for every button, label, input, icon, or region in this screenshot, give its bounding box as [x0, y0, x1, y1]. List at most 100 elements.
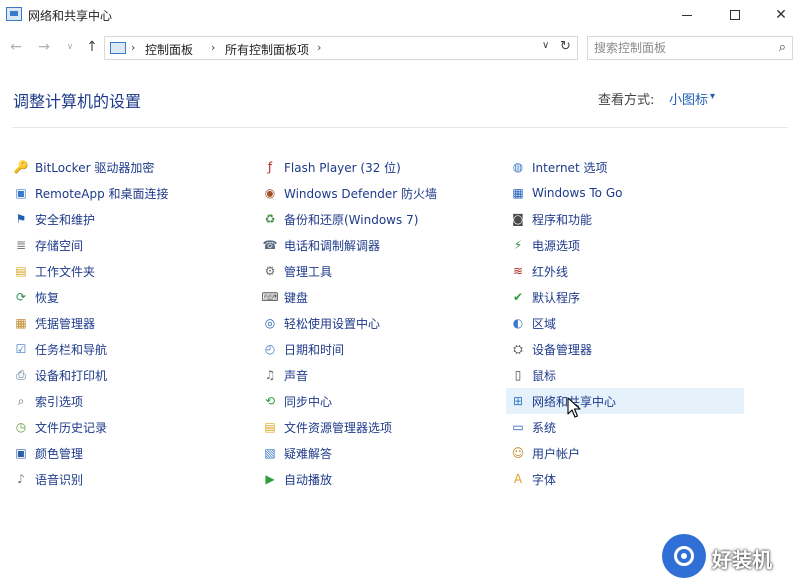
printer-icon: ⎙ [16, 368, 26, 382]
control-panel-item[interactable]: ♻ 备份和还原(Windows 7) [262, 206, 502, 232]
navigation-bar: ← → ∨ ↑ › 控制面板 › 所有控制面板项 › ∨ ↻ ⌕ [0, 32, 800, 62]
control-panel-item[interactable]: ▤ 文件资源管理器选项 [262, 414, 502, 440]
index-icon: ⌕ [17, 394, 25, 408]
control-panel-item-label: Internet 选项 [532, 160, 608, 175]
forward-button[interactable]: → [34, 38, 54, 56]
control-panel-item[interactable]: ≣ 存储空间 [13, 232, 253, 258]
system-icon: ▭ [512, 420, 524, 434]
control-panel-item[interactable]: ⌕ 索引选项 [13, 388, 253, 414]
control-panel-item[interactable]: ▤ 工作文件夹 [13, 258, 253, 284]
control-panel-item[interactable]: ⌨ 键盘 [261, 284, 502, 310]
control-panel-item[interactable]: ⚡ 电源选项 [510, 232, 750, 258]
control-panel-item[interactable]: ◎ 轻松使用设置中心 [262, 310, 502, 336]
control-panel-item[interactable]: ⛭ 设备管理器 [510, 336, 750, 362]
control-panel-item[interactable]: ☑ 任务栏和导航 [13, 336, 253, 362]
storage-icon: ≣ [15, 238, 27, 252]
speaker-icon: ♫ [264, 368, 276, 382]
control-panel-item[interactable]: ⎙ 设备和打印机 [13, 362, 253, 388]
keyboard-icon: ⌨ [261, 290, 279, 304]
control-panel-item[interactable]: ▣ RemoteApp 和桌面连接 [13, 180, 253, 206]
control-panel-item[interactable]: ▶ 自动播放 [262, 466, 502, 492]
control-panel-item[interactable]: ⚑ 安全和维护 [13, 206, 253, 232]
control-panel-item[interactable]: A 字体 [510, 466, 750, 492]
control-panel-item[interactable]: ◴ 日期和时间 [262, 336, 502, 362]
search-icon[interactable]: ⌕ [779, 40, 786, 55]
admin-tools-icon: ⚙ [264, 264, 276, 278]
control-panel-item[interactable]: ⟲ 同步中心 [262, 388, 502, 414]
control-panel-item[interactable]: ◉ Windows Defender 防火墙 [262, 180, 502, 206]
control-panel-item[interactable]: ▣ 颜色管理 [13, 440, 253, 466]
control-panel-item-label: 键盘 [284, 290, 309, 305]
credential-icon: ▦ [15, 316, 27, 330]
control-panel-item[interactable]: ≋ 红外线 [510, 258, 750, 284]
control-panel-item-label: BitLocker 驱动器加密 [35, 160, 155, 175]
address-bar[interactable]: › 控制面板 › 所有控制面板项 › ∨ ↻ [104, 36, 578, 60]
breadcrumb-separator[interactable]: › [317, 41, 321, 54]
control-panel-item-label: 安全和维护 [35, 212, 96, 227]
maximize-button[interactable] [712, 0, 758, 30]
control-panel-item-label: 设备管理器 [532, 342, 593, 357]
refresh-icon[interactable]: ↻ [560, 39, 571, 54]
address-dropdown-icon[interactable]: ∨ [542, 40, 549, 51]
view-by-dropdown[interactable]: 小图标 [669, 89, 708, 108]
firewall-icon: ◉ [264, 186, 276, 200]
device-manager-icon: ⛭ [513, 342, 523, 356]
control-panel-item[interactable]: ⚙ 管理工具 [262, 258, 502, 284]
power-icon: ⚡ [513, 238, 523, 252]
taskbar-icon: ☑ [15, 342, 27, 356]
control-panel-item[interactable]: ☎ 电话和调制解调器 [262, 232, 502, 258]
control-panel-item-label: 系统 [532, 420, 557, 435]
close-button[interactable]: ✕ [758, 0, 800, 30]
control-panel-item[interactable]: 🔑 BitLocker 驱动器加密 [13, 154, 253, 180]
back-button[interactable]: ← [6, 38, 26, 56]
control-panel-item-label: 工作文件夹 [35, 264, 96, 279]
control-panel-item[interactable]: ◙ 程序和功能 [510, 206, 750, 232]
items-column-1: 🔑 BitLocker 驱动器加密 ▣ RemoteApp 和桌面连接 ⚑ 安全和维护 ≣ 存… [13, 154, 253, 492]
control-panel-item[interactable]: ◷ 文件历史记录 [13, 414, 253, 440]
control-panel-item-label: 日期和时间 [284, 342, 345, 357]
control-panel-item[interactable]: ⊞ 网络和共享中心 [506, 388, 744, 414]
control-panel-item-label: 文件资源管理器选项 [284, 420, 393, 435]
breadcrumb-all-items[interactable]: 所有控制面板项 [225, 41, 309, 58]
backup-icon: ♻ [264, 212, 276, 226]
flag-icon: ⚑ [15, 212, 27, 226]
control-panel-item-label: 存储空间 [35, 238, 84, 253]
control-panel-item[interactable]: ♪ 语音识别 [13, 466, 253, 492]
recent-locations-button[interactable]: ∨ [60, 38, 80, 56]
control-panel-item[interactable]: ▦ Windows To Go [510, 180, 750, 206]
breadcrumb-control-panel[interactable]: 控制面板 [145, 41, 193, 58]
control-panel-item[interactable]: ♫ 声音 [262, 362, 502, 388]
breadcrumb-separator[interactable]: › [211, 41, 215, 54]
bitlocker-icon: 🔑 [13, 160, 29, 174]
control-panel-item[interactable]: ▧ 疑难解答 [262, 440, 502, 466]
phone-modem-icon: ☎ [262, 238, 278, 252]
watermark-logo-icon [662, 534, 706, 578]
infrared-icon: ≋ [512, 264, 524, 278]
file-history-icon: ◷ [15, 420, 27, 434]
control-panel-item[interactable]: ⟳ 恢复 [13, 284, 253, 310]
control-panel-item[interactable]: ▭ 系统 [510, 414, 750, 440]
minimize-button[interactable] [664, 0, 710, 30]
up-button[interactable]: ↑ [82, 38, 102, 56]
control-panel-item[interactable]: ▦ 凭据管理器 [13, 310, 253, 336]
control-panel-item[interactable]: ✔ 默认程序 [510, 284, 750, 310]
search-box[interactable]: ⌕ [587, 36, 793, 60]
control-panel-item-label: 备份和还原(Windows 7) [284, 212, 419, 227]
control-panel-item[interactable]: ◐ 区域 [510, 310, 750, 336]
chevron-down-icon[interactable]: ▾ [710, 91, 715, 102]
programs-icon: ◙ [512, 212, 524, 226]
control-panel-crumb-icon [110, 42, 126, 54]
control-panel-item-label: 程序和功能 [532, 212, 593, 227]
mouse-cursor-icon [567, 397, 581, 418]
search-input[interactable] [594, 40, 764, 56]
control-panel-item-label: Windows Defender 防火墙 [284, 186, 437, 201]
control-panel-item-label: 字体 [532, 472, 557, 487]
control-panel-item-label: 声音 [284, 368, 309, 383]
control-panel-item-label: 文件历史记录 [35, 420, 108, 435]
control-panel-item[interactable]: ƒ Flash Player (32 位) [262, 154, 502, 180]
breadcrumb-separator[interactable]: › [131, 41, 135, 54]
control-panel-item[interactable]: ▯ 鼠标 [510, 362, 750, 388]
control-panel-item[interactable]: ◍ Internet 选项 [510, 154, 750, 180]
control-panel-item[interactable]: ☺ 用户帐户 [510, 440, 750, 466]
control-panel-item-label: 区域 [532, 316, 557, 331]
